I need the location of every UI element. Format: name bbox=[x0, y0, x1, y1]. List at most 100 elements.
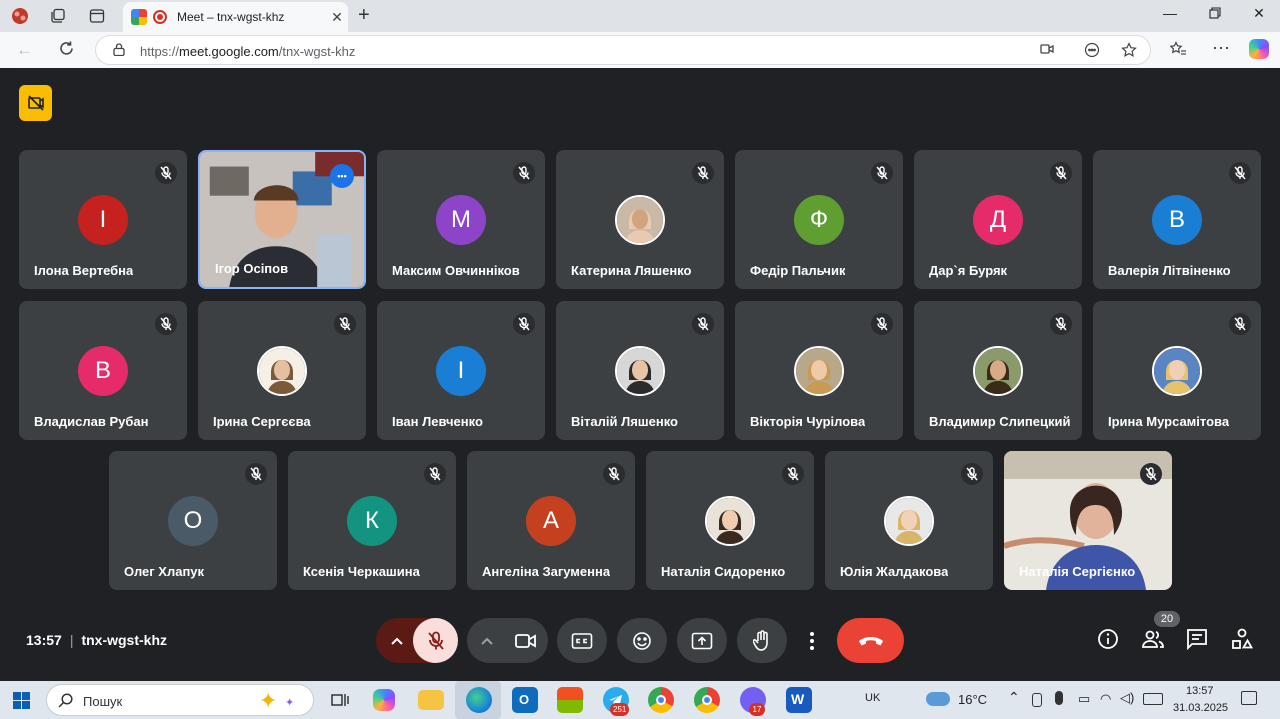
new-tab-button[interactable]: + bbox=[358, 4, 370, 27]
mic-off-icon bbox=[1229, 313, 1251, 335]
participant-name: Ангеліна Загуменна bbox=[482, 564, 611, 579]
participant-options-icon[interactable]: ••• bbox=[330, 164, 354, 188]
participant-avatar-photo bbox=[705, 496, 755, 546]
tab-title: Meet – tnx-wgst-khz bbox=[177, 10, 285, 24]
chrome-profile-icon[interactable] bbox=[694, 687, 720, 713]
restore-button[interactable] bbox=[1200, 5, 1230, 22]
activities-icon[interactable] bbox=[1231, 628, 1255, 652]
captions-button[interactable] bbox=[557, 618, 607, 663]
participant-avatar-initial: Д bbox=[973, 195, 1023, 245]
participant-tile[interactable]: Владимир Слипецкий bbox=[914, 301, 1082, 440]
taskbar-search[interactable]: Пошук ✦ ✦ bbox=[46, 684, 314, 716]
more-menu-icon[interactable]: ··· bbox=[1212, 37, 1230, 58]
favorite-star-icon[interactable] bbox=[1121, 42, 1137, 61]
outlook-icon[interactable]: O bbox=[512, 687, 538, 713]
participant-tile[interactable]: Наталія Сергієнко bbox=[1004, 451, 1172, 590]
participant-tile[interactable]: О Олег Хлапук bbox=[109, 451, 277, 590]
edge-icon[interactable] bbox=[466, 687, 492, 713]
telegram-badge: 251 bbox=[610, 703, 630, 716]
windows-taskbar: Пошук ✦ ✦ O 251 17 W UK 16°C ⌃ ▭ ◠ ◁) 13… bbox=[0, 681, 1280, 719]
chat-icon[interactable] bbox=[1186, 628, 1210, 652]
participant-tile[interactable]: М Максим Овчинніков bbox=[377, 150, 545, 289]
camera-options-chevron-icon[interactable] bbox=[467, 618, 507, 663]
participant-tile[interactable]: Віталій Ляшенко bbox=[556, 301, 724, 440]
battery-icon[interactable]: ▭ bbox=[1078, 691, 1090, 707]
participant-tile[interactable]: Наталія Сидоренко bbox=[646, 451, 814, 590]
mic-off-button[interactable] bbox=[413, 618, 458, 663]
workspaces-icon[interactable] bbox=[48, 6, 68, 26]
leave-call-button[interactable] bbox=[837, 618, 904, 663]
participant-tile[interactable]: Ірина Мурсамітова bbox=[1093, 301, 1261, 440]
participant-tile[interactable]: Ф Федір Пальчик bbox=[735, 150, 903, 289]
weather-cloud-icon[interactable] bbox=[926, 692, 950, 706]
word-icon[interactable]: W bbox=[786, 687, 812, 713]
participant-tile[interactable]: Д Дар`я Буряк bbox=[914, 150, 1082, 289]
search-highlight-icon: ✦ bbox=[259, 688, 278, 713]
language-indicator[interactable]: UK bbox=[865, 692, 880, 704]
start-button[interactable] bbox=[13, 692, 30, 714]
reload-button[interactable] bbox=[58, 40, 75, 62]
recording-icon bbox=[153, 10, 167, 24]
wifi-icon[interactable]: ◠ bbox=[1100, 691, 1111, 707]
profile-icon[interactable] bbox=[10, 6, 30, 26]
participant-tile[interactable]: К Ксенія Черкашина bbox=[288, 451, 456, 590]
participant-name: Ксенія Черкашина bbox=[303, 564, 420, 579]
people-icon[interactable] bbox=[1141, 628, 1165, 652]
mic-off-icon bbox=[871, 313, 893, 335]
participant-tile[interactable]: І Іван Левченко bbox=[377, 301, 545, 440]
participant-tile[interactable]: В Владислав Рубан bbox=[19, 301, 187, 440]
raise-hand-button[interactable] bbox=[737, 618, 787, 663]
emoji-site-icon[interactable] bbox=[1084, 42, 1100, 61]
copilot-taskbar-icon[interactable] bbox=[373, 689, 395, 711]
temperature[interactable]: 16°C bbox=[958, 692, 987, 707]
url-field[interactable]: https://meet.google.com/tnx-wgst-khz bbox=[95, 35, 1151, 65]
present-button[interactable] bbox=[677, 618, 727, 663]
back-button[interactable]: ← bbox=[16, 40, 33, 60]
mic-off-icon bbox=[155, 313, 177, 335]
microphone-tray-icon[interactable] bbox=[1055, 691, 1063, 705]
participant-tile[interactable]: Катерина Ляшенко bbox=[556, 150, 724, 289]
mic-off-icon bbox=[871, 162, 893, 184]
favorites-icon[interactable] bbox=[1169, 41, 1187, 62]
volume-icon[interactable]: ◁) bbox=[1120, 690, 1134, 706]
tab-actions-icon[interactable] bbox=[87, 6, 107, 26]
camera-in-use-icon[interactable] bbox=[1040, 42, 1054, 58]
meeting-code: tnx-wgst-khz bbox=[81, 632, 168, 648]
lock-icon[interactable] bbox=[113, 43, 125, 56]
minimize-button[interactable]: — bbox=[1155, 5, 1185, 21]
keyboard-icon[interactable] bbox=[1143, 693, 1163, 705]
participant-tile[interactable]: Вікторія Чурілова bbox=[735, 301, 903, 440]
file-explorer-icon[interactable] bbox=[418, 690, 444, 710]
participant-tile[interactable]: В Валерія Літвіненко bbox=[1093, 150, 1261, 289]
chrome-icon[interactable] bbox=[648, 687, 674, 713]
close-window-button[interactable]: ✕ bbox=[1244, 5, 1274, 22]
store-icon[interactable] bbox=[557, 687, 583, 713]
more-options-button[interactable] bbox=[797, 618, 827, 663]
mic-off-icon bbox=[513, 313, 535, 335]
participant-avatar-photo bbox=[884, 496, 934, 546]
copilot-icon[interactable] bbox=[1249, 39, 1269, 59]
phone-link-icon[interactable] bbox=[1032, 693, 1042, 707]
participant-count-badge: 20 bbox=[1154, 611, 1180, 627]
tray-overflow-icon[interactable]: ⌃ bbox=[1008, 689, 1020, 706]
participant-tile[interactable]: Ірина Сергєєва bbox=[198, 301, 366, 440]
meeting-details-icon[interactable] bbox=[1097, 628, 1121, 652]
participant-name: Вікторія Чурілова bbox=[750, 414, 866, 429]
notifications-icon[interactable] bbox=[1241, 691, 1257, 705]
host-controls-icon[interactable] bbox=[19, 85, 52, 121]
viber-badge: 17 bbox=[749, 703, 765, 716]
browser-tab-meet[interactable]: Meet – tnx-wgst-khz ✕ bbox=[123, 2, 348, 32]
participant-tile[interactable]: Юлія Жалдакова bbox=[825, 451, 993, 590]
reactions-button[interactable] bbox=[617, 618, 667, 663]
task-view-icon[interactable] bbox=[327, 687, 353, 713]
participant-avatar-photo bbox=[1152, 346, 1202, 396]
clock-date[interactable]: 31.03.2025 bbox=[1173, 702, 1228, 714]
mic-control bbox=[376, 618, 458, 663]
participant-tile[interactable]: А Ангеліна Загуменна bbox=[467, 451, 635, 590]
participant-tile[interactable]: ••• Ігор Осіпов bbox=[198, 150, 366, 289]
mic-options-chevron-icon[interactable] bbox=[376, 618, 418, 663]
tab-close-icon[interactable]: ✕ bbox=[326, 9, 348, 26]
clock-time[interactable]: 13:57 bbox=[1186, 685, 1214, 697]
participant-tile[interactable]: І Ілона Вертебна bbox=[19, 150, 187, 289]
camera-button[interactable] bbox=[503, 618, 548, 663]
